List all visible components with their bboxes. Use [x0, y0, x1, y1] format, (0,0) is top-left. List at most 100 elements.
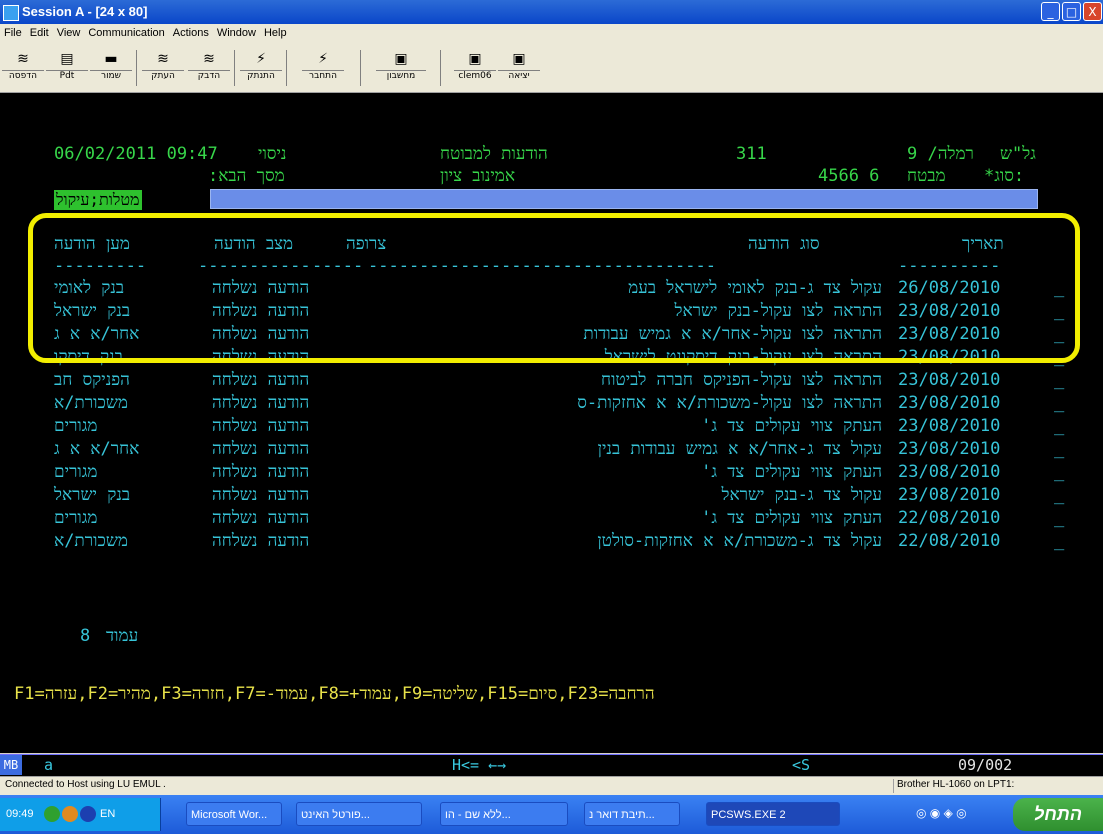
row-type: התראה לצו עקול-הפניקס חברה לביטוח — [601, 370, 882, 390]
task-portal[interactable]: פורטל האינט... — [296, 802, 422, 826]
page-number: 8 — [80, 626, 91, 646]
menu-actions[interactable]: Actions — [169, 24, 213, 39]
row-date: 23/08/2010 — [898, 485, 1001, 505]
row-select-field[interactable]: _ — [1054, 485, 1064, 505]
branch-value: רמלה/ 9 — [907, 144, 974, 164]
row-type: עקול צד ג-בנק ישראל — [721, 485, 882, 505]
print-icon: ≋ — [17, 51, 29, 67]
window-title-bar[interactable]: Session A - [24 x 80] _ □ X — [0, 0, 1103, 24]
row-addressee: בנק ישראל — [54, 485, 131, 505]
row-addressee: מגורים — [54, 462, 98, 482]
row-addressee: הפניקס חב — [54, 370, 130, 390]
row-date: 23/08/2010 — [898, 370, 1001, 390]
toolbar-calculator-button[interactable]: ▣ מחשבון — [376, 48, 426, 88]
status-bar: Connected to Host using LU EMUL . Brothe… — [0, 776, 1103, 795]
toolbar-separator — [360, 50, 361, 86]
toolbar-disconnect-button[interactable]: ⚡ התנתק — [240, 48, 282, 88]
branch-label: גל"ש — [1000, 144, 1036, 164]
type-value: מבטח — [907, 166, 946, 186]
menu-communication[interactable]: Communication — [84, 24, 168, 39]
row-select-field[interactable]: _ — [1054, 531, 1064, 551]
row-status: הודעה נשלחה — [212, 531, 310, 551]
row-select-field[interactable]: _ — [1054, 508, 1064, 528]
toolbar-exit-button[interactable]: ▣ יציאה — [498, 48, 540, 88]
toolbar-connect-button[interactable]: ⚡ התחבר — [302, 48, 344, 88]
menu-help[interactable]: Help — [260, 24, 291, 39]
oia-mode: H<= ←→ — [452, 756, 507, 774]
row-status: הודעה נשלחה — [212, 485, 310, 505]
start-button[interactable]: התחל — [1013, 798, 1103, 831]
row-status: הודעה נשלחה — [212, 439, 310, 459]
toolbar-clem06-button[interactable]: ▣ clem06 — [454, 48, 496, 88]
language-indicator[interactable]: EN — [100, 808, 115, 820]
exit-icon: ▣ — [512, 51, 526, 67]
row-date: 23/08/2010 — [898, 439, 1001, 459]
row-select-field[interactable]: _ — [1054, 439, 1064, 459]
connection-status: Connected to Host using LU EMUL . — [5, 779, 166, 790]
row-select-field[interactable]: _ — [1054, 370, 1064, 390]
messenger-icon[interactable] — [62, 806, 78, 822]
terminal-screen[interactable]: 06/02/2011 09:47 ניסוי הודעות למבוטח 311… — [0, 93, 1103, 753]
toolbar-separator — [234, 50, 235, 86]
maximize-button[interactable]: □ — [1062, 2, 1081, 21]
filter-input[interactable] — [210, 189, 1038, 209]
toolbar-separator — [440, 50, 441, 86]
menu-bar: File Edit View Communication Actions Window He… — [0, 24, 1103, 44]
highlight-annotation — [28, 213, 1080, 363]
insured-name: אמינוב ציון — [440, 166, 516, 186]
task-pcsws[interactable]: PCSWS.EXE 2 — [706, 802, 840, 826]
task-untitled[interactable]: ללא שם - הו... — [440, 802, 568, 826]
menu-window[interactable]: Window — [213, 24, 260, 39]
toolbar-print-button[interactable]: ≋ הדפסה — [2, 48, 44, 88]
policy-number: 4566 6 — [818, 166, 880, 186]
row-select-field[interactable]: _ — [1054, 416, 1064, 436]
task-mailbox[interactable]: תיבת דואר נ... — [584, 802, 680, 826]
quick-launch-icons[interactable]: ◎ ◉ ◈ ◎ — [916, 806, 967, 820]
toolbar-separator — [286, 50, 287, 86]
taskbar: 09:49 EN Microsoft Wor... פורטל האינט...… — [0, 795, 1103, 834]
task-word[interactable]: Microsoft Wor... — [186, 802, 282, 826]
row-type: העתק צווי עקולים צד ג' — [701, 462, 882, 482]
menu-view[interactable]: View — [53, 24, 85, 39]
toolbar-paste-button[interactable]: ≋ הדבק — [188, 48, 230, 88]
row-date: 23/08/2010 — [898, 393, 1001, 413]
system-tray: 09:49 EN — [0, 798, 161, 831]
screen-title: הודעות למבוטח — [440, 144, 548, 164]
toolbar-save-button[interactable]: ▬ שמור — [90, 48, 132, 88]
row-status: הודעה נשלחה — [212, 393, 310, 413]
type-label: *סוג: — [984, 166, 1025, 186]
language-icon[interactable] — [80, 806, 96, 822]
toolbar-pdt-button[interactable]: ▤ Pdt — [46, 48, 88, 88]
paste-icon: ≋ — [203, 51, 215, 67]
close-button[interactable]: X — [1083, 2, 1102, 21]
pdt-icon: ▤ — [60, 51, 74, 67]
row-status: הודעה נשלחה — [212, 462, 310, 482]
row-type: עקול צד ג-אחר/א א גמיש עבודות בנין — [597, 439, 882, 459]
row-date: 23/08/2010 — [898, 416, 1001, 436]
filter-label: מטלות;עיקול — [54, 190, 142, 210]
menu-edit[interactable]: Edit — [26, 24, 53, 39]
row-date: 23/08/2010 — [898, 462, 1001, 482]
save-icon: ▬ — [104, 51, 118, 67]
network-icon[interactable] — [44, 806, 60, 822]
menu-file[interactable]: File — [0, 24, 26, 39]
row-addressee: מגורים — [54, 508, 98, 528]
function-keys-line: הרחבה=F23,סיום=F15,שליטה=F9,עמוד+=F8,עמו… — [14, 684, 655, 704]
row-addressee: משכורת/א — [54, 531, 128, 551]
page-label: עמוד — [106, 626, 139, 646]
operator-info-area: MB a H<= ←→ <S 09/002 — [0, 754, 1103, 776]
printer-status: Brother HL-1060 on LPT1: — [893, 779, 1102, 793]
minimize-button[interactable]: _ — [1041, 2, 1060, 21]
row-date: 22/08/2010 — [898, 508, 1001, 528]
mb-indicator: MB — [0, 755, 22, 775]
oia-s: <S — [792, 756, 811, 774]
clem06-icon: ▣ — [468, 51, 482, 67]
row-status: הודעה נשלחה — [212, 416, 310, 436]
toolbar-copy-button[interactable]: ≋ העתק — [142, 48, 184, 88]
toolbar-separator — [136, 50, 137, 86]
oia-a: a — [44, 756, 54, 774]
row-select-field[interactable]: _ — [1054, 393, 1064, 413]
window-title: Session A - [24 x 80] — [22, 4, 148, 19]
row-select-field[interactable]: _ — [1054, 462, 1064, 482]
clock: 09:49 — [6, 808, 34, 820]
